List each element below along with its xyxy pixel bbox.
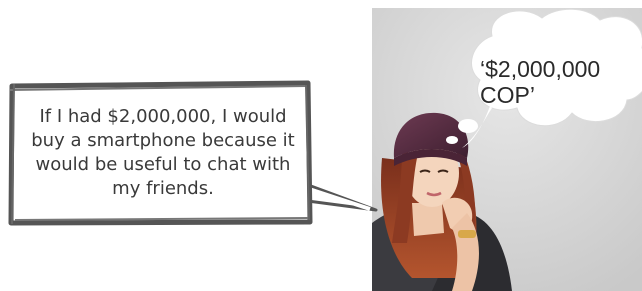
photo-woman-thinking (372, 8, 642, 291)
thought-bubble-text: ‘$2,000,000 COP’ (480, 56, 601, 108)
scene: ‘$2,000,000 COP’ If I had $2,000,000, I … (0, 0, 642, 291)
photo-illustration (372, 8, 642, 291)
card-text: If I had $2,000,000, I would buy a smart… (31, 106, 295, 199)
speech-card: If I had $2,000,000, I would buy a smart… (8, 80, 313, 226)
